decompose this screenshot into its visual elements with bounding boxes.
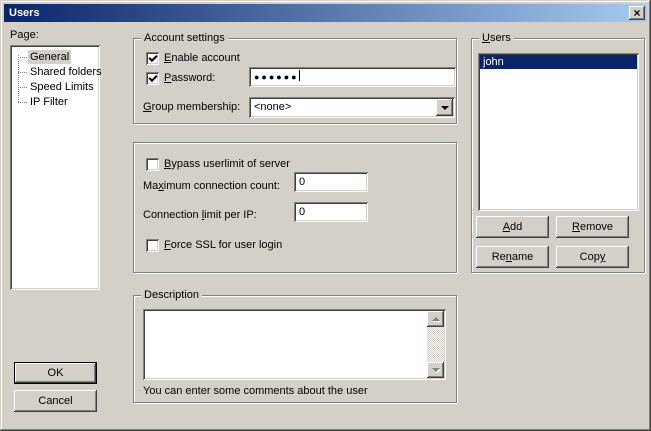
window-title: Users xyxy=(9,7,40,19)
connection-limit-per-ip-input[interactable]: 0 xyxy=(294,202,368,222)
remove-user-button[interactable]: Remove xyxy=(556,216,629,238)
force-ssl-checkbox[interactable] xyxy=(146,239,159,252)
users-listbox[interactable]: john xyxy=(478,53,639,211)
title-bar[interactable]: Users × xyxy=(4,4,647,22)
account-settings-group: Account settings Enable account Password… xyxy=(133,38,457,124)
chevron-down-icon xyxy=(441,106,449,110)
scroll-down-button[interactable] xyxy=(427,362,444,378)
password-label[interactable]: Password: xyxy=(164,72,215,85)
tree-item-label: IP Filter xyxy=(28,95,70,109)
page-tree: General Shared folders Speed Limits IP F… xyxy=(10,45,100,290)
arrow-up-icon xyxy=(432,317,440,321)
description-group: Description You can enter some comments … xyxy=(133,295,457,403)
user-list-item[interactable]: john xyxy=(480,55,637,69)
arrow-down-icon xyxy=(432,368,440,372)
group-membership-select[interactable]: <none> xyxy=(249,97,455,118)
tree-item-general[interactable]: General xyxy=(10,50,100,65)
tree-branch-line xyxy=(18,102,27,103)
users-dialog-window: Users × Page: General Shared folders Spe… xyxy=(0,0,651,431)
enable-account-label[interactable]: Enable account xyxy=(164,52,240,65)
page-panel-label: Page: xyxy=(10,29,39,42)
close-icon: × xyxy=(629,7,645,19)
password-checkbox[interactable] xyxy=(146,72,159,85)
enable-account-checkbox[interactable] xyxy=(146,52,159,65)
cancel-button[interactable]: Cancel xyxy=(14,390,97,412)
text-caret xyxy=(299,70,300,81)
tree-item-ip-filter[interactable]: IP Filter xyxy=(10,95,100,110)
add-user-button[interactable]: Add xyxy=(476,216,549,238)
maximum-connection-count-label: Maximum connection count: xyxy=(143,180,280,193)
close-button[interactable]: × xyxy=(629,6,645,20)
group-membership-value: <none> xyxy=(254,101,291,113)
users-group: Users john Add Remove Rename Copy xyxy=(471,38,645,273)
tree-item-speed-limits[interactable]: Speed Limits xyxy=(10,80,100,95)
tree-branch-line xyxy=(18,87,27,88)
connection-limit-per-ip-label: Connection limit per IP: xyxy=(143,209,257,222)
tree-item-label: General xyxy=(28,50,71,64)
scroll-up-button[interactable] xyxy=(427,311,444,327)
users-group-title: Users xyxy=(479,32,514,45)
tree-item-shared-folders[interactable]: Shared folders xyxy=(10,65,100,80)
ok-button[interactable]: OK xyxy=(14,362,97,384)
description-textarea[interactable] xyxy=(143,309,446,380)
rename-user-button[interactable]: Rename xyxy=(476,246,549,268)
description-title: Description xyxy=(141,289,202,302)
group-membership-label: Group membership: xyxy=(143,101,240,114)
description-scrollbar[interactable] xyxy=(427,311,444,378)
bypass-userlimit-checkbox[interactable] xyxy=(146,158,159,171)
account-settings-title: Account settings xyxy=(141,32,228,45)
password-input[interactable]: ●●●●●● xyxy=(249,67,456,87)
connection-limits-group: Bypass userlimit of server Maximum conne… xyxy=(133,142,457,273)
force-ssl-label[interactable]: Force SSL for user login xyxy=(164,239,282,252)
dropdown-button[interactable] xyxy=(436,99,453,116)
tree-branch-line xyxy=(18,57,27,58)
tree-item-label: Shared folders xyxy=(28,65,104,79)
description-hint: You can enter some comments about the us… xyxy=(143,385,368,398)
tree-branch-line xyxy=(18,72,27,73)
bypass-userlimit-label[interactable]: Bypass userlimit of server xyxy=(164,158,290,171)
password-masked-value: ●●●●●● xyxy=(254,72,299,82)
copy-user-button[interactable]: Copy xyxy=(556,246,629,268)
tree-item-label: Speed Limits xyxy=(28,80,96,94)
maximum-connection-count-input[interactable]: 0 xyxy=(294,172,368,192)
